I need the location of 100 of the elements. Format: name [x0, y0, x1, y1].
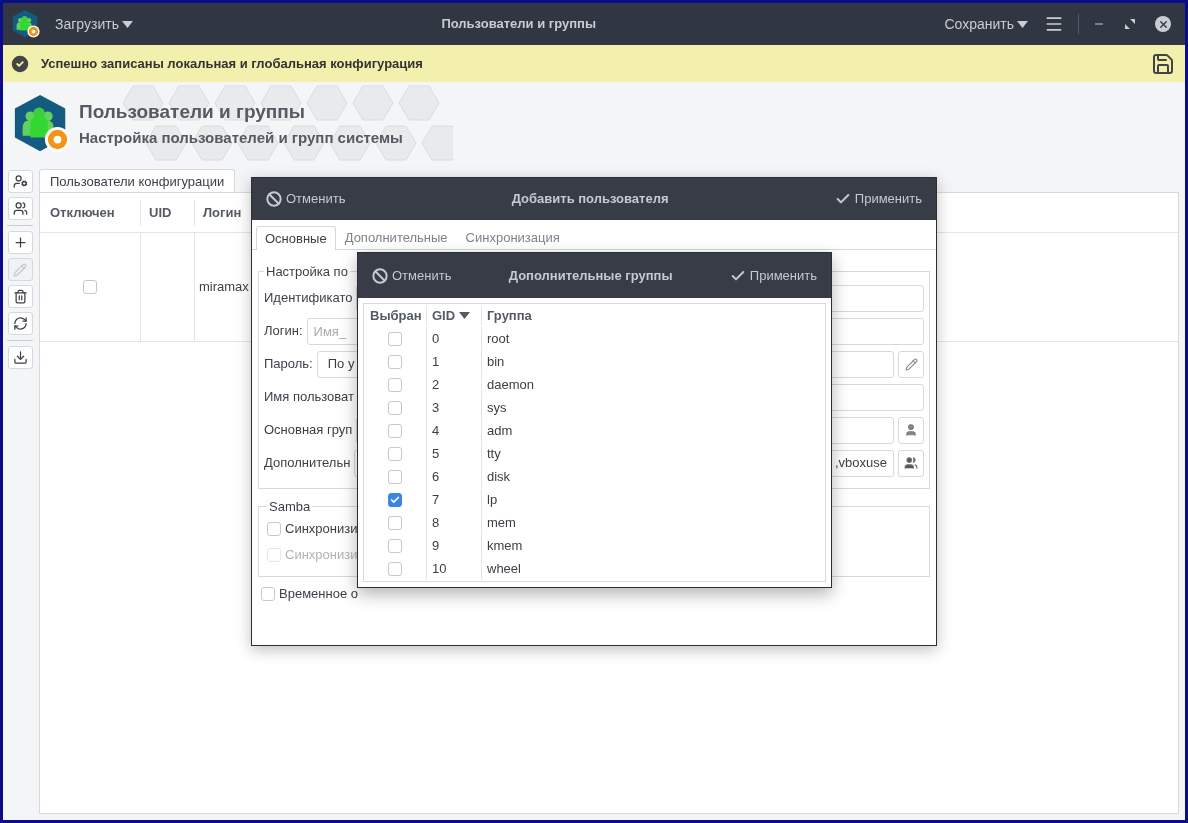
table-cell-text: 5	[432, 444, 440, 463]
checkbox-label: Синхронизи	[285, 520, 358, 539]
field-label: Дополнительн	[264, 454, 351, 473]
field-label: Имя пользоват	[264, 388, 354, 407]
restore-icon[interactable]	[1125, 19, 1135, 29]
save-user-icon[interactable]	[1151, 51, 1175, 76]
checkbox[interactable]	[388, 377, 402, 392]
caret-icon	[1017, 20, 1028, 28]
tab[interactable]: Пользователи конфигурации	[39, 169, 236, 193]
app-icon	[11, 9, 41, 39]
table-cell-text: wheel	[487, 559, 521, 578]
column-header[interactable]: GID	[432, 305, 456, 326]
table-cell-text: 8	[432, 513, 440, 532]
pencil-icon	[13, 262, 27, 277]
download-icon	[12, 350, 28, 365]
page-title: Пользователи и группы	[79, 100, 306, 124]
add-icon	[12, 235, 28, 250]
column-header[interactable]: UID	[149, 202, 172, 223]
checkbox[interactable]	[388, 469, 402, 484]
column-header[interactable]: Логин	[203, 202, 242, 223]
table-cell-text: adm	[487, 421, 513, 440]
pick-button[interactable]	[898, 416, 924, 444]
refresh-icon	[12, 316, 28, 331]
tab[interactable]: Дополнительные	[335, 226, 457, 249]
toolbar-button[interactable]	[7, 170, 33, 193]
trash-icon	[12, 289, 28, 304]
tab[interactable]: Основные	[256, 226, 336, 250]
load-menu-button[interactable]: Загрузить	[55, 13, 133, 35]
window-title: Пользователи и группы	[441, 15, 596, 34]
group-icon	[904, 456, 918, 470]
dialog-title: Добавить пользователя	[510, 190, 670, 209]
table-cell-text: daemon	[487, 375, 534, 394]
cancel-button[interactable]: Отменить	[266, 189, 346, 209]
table-cell-text: 6	[432, 467, 440, 486]
table-cell-text: mem	[487, 513, 516, 532]
page-subtitle: Настройка пользователей и групп системы	[79, 127, 403, 148]
table-cell-text: 10	[432, 559, 447, 578]
tab[interactable]: Синхронизация	[456, 226, 569, 249]
column-header[interactable]: Группа	[487, 307, 532, 323]
checkbox[interactable]	[388, 354, 402, 369]
table-cell-text: root	[487, 329, 510, 348]
checkbox[interactable]	[388, 492, 402, 507]
checkbox[interactable]	[388, 515, 402, 530]
toolbar-button[interactable]	[7, 312, 33, 335]
group-icon	[12, 201, 28, 216]
dialog-title: Дополнительные группы	[507, 266, 674, 285]
close-icon	[1157, 18, 1169, 30]
table-cell-text: sys	[487, 398, 507, 417]
notification-message: Успешно записаны локальная и глобальная конфигурация	[41, 54, 423, 73]
cancel-icon	[266, 191, 282, 207]
table-cell-text: kmem	[487, 536, 523, 555]
apply-button[interactable]: Применить	[729, 265, 817, 286]
table-cell-text: tty	[487, 444, 501, 463]
checkbox[interactable]	[388, 561, 402, 576]
table-cell-text: 1	[432, 352, 440, 371]
table-cell-text: bin	[487, 352, 505, 371]
table-cell-text: 7	[432, 490, 440, 509]
close-button[interactable]	[1155, 16, 1171, 32]
table-cell-text: lp	[487, 490, 498, 509]
caret-icon	[121, 20, 133, 28]
checkbox-label: Синхронизи	[285, 546, 358, 565]
user-icon	[904, 423, 918, 437]
table-cell-text: 2	[432, 375, 440, 394]
field-label: Идентификато	[264, 289, 353, 308]
success-icon	[9, 52, 31, 75]
checkbox[interactable]	[388, 446, 402, 461]
field-label: Логин:	[264, 322, 303, 341]
checkbox[interactable]	[388, 423, 402, 438]
group-legend: Samba	[267, 496, 313, 516]
column-header[interactable]: Выбран	[370, 307, 422, 323]
checkbox[interactable]	[83, 280, 97, 294]
table-cell-text: 0	[432, 329, 440, 348]
edit-button[interactable]	[898, 350, 924, 378]
toolbar-button[interactable]	[7, 197, 33, 220]
table-cell-text: 3	[432, 398, 440, 417]
checkbox[interactable]	[388, 400, 402, 415]
table-cell-text: 9	[432, 536, 440, 555]
table-cell-text: disk	[487, 467, 511, 486]
toolbar-button[interactable]	[7, 285, 33, 308]
table-cell-text: miramax	[199, 278, 249, 297]
pencil-icon	[904, 357, 918, 371]
sort-icon	[459, 312, 471, 319]
table-cell-text: 4	[432, 421, 440, 440]
checkbox[interactable]	[388, 538, 402, 553]
field-label: Пароль:	[264, 355, 313, 374]
checkbox-label: Временное о	[279, 585, 358, 604]
cancel-button[interactable]: Отменить	[372, 265, 452, 286]
menu-icon[interactable]	[1044, 14, 1064, 34]
checkbox[interactable]	[261, 587, 275, 601]
user-settings-icon	[12, 174, 28, 189]
save-menu-button[interactable]: Сохранить	[944, 13, 1028, 35]
toolbar-button[interactable]	[7, 346, 33, 369]
checkbox[interactable]	[388, 331, 402, 346]
apply-button[interactable]: Применить	[834, 189, 922, 209]
cancel-icon	[372, 267, 388, 284]
checkbox[interactable]	[267, 522, 281, 536]
toolbar-button[interactable]	[7, 231, 33, 254]
column-header[interactable]: Отключен	[50, 202, 115, 223]
field-label: Основная груп	[264, 421, 353, 440]
pick-button[interactable]	[898, 449, 924, 477]
